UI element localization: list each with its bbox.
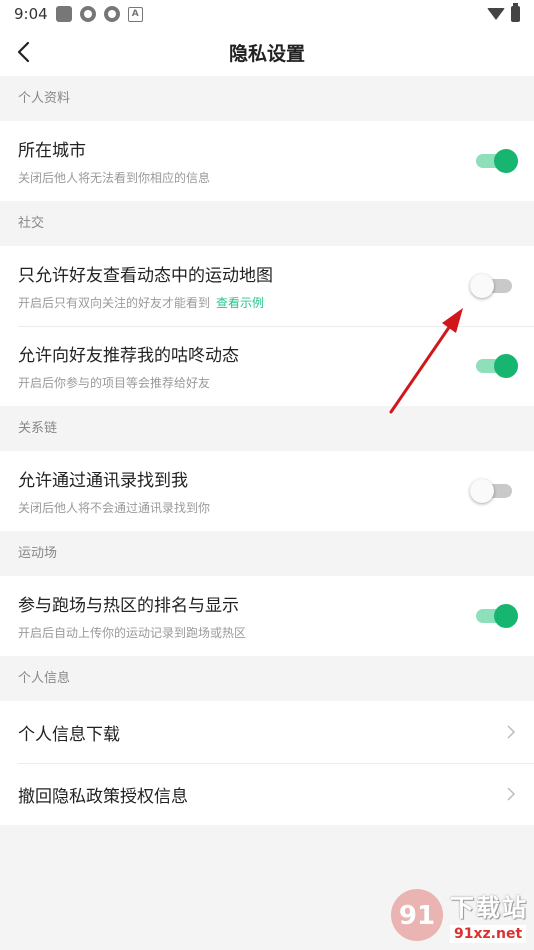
setting-subtitle-wrap: 开启后只有双向关注的好友才能看到 查看示例 bbox=[18, 294, 534, 311]
setting-row-city: 所在城市 关闭后他人将无法看到你相应的信息 bbox=[0, 121, 534, 201]
setting-subtitle: 开启后你参与的项目等会推荐给好友 bbox=[18, 376, 211, 390]
section-header-social: 社交 bbox=[0, 201, 534, 246]
status-left: 9:04 A bbox=[14, 5, 143, 23]
notification-aperture-icon bbox=[79, 6, 96, 22]
page-title: 隐私设置 bbox=[228, 42, 305, 65]
notification-aperture-icon-2 bbox=[103, 6, 120, 22]
svg-text:91: 91 bbox=[399, 901, 435, 931]
setting-row-recommend: 允许向好友推荐我的咕咚动态 开启后你参与的项目等会推荐给好友 bbox=[0, 326, 534, 406]
view-example-link[interactable]: 查看示例 bbox=[216, 296, 264, 310]
setting-title: 参与跑场与热区的排名与显示 bbox=[18, 596, 239, 616]
nav-bar: 隐私设置 bbox=[0, 28, 534, 76]
notification-app-icon bbox=[55, 6, 72, 22]
setting-row-ranking: 参与跑场与热区的排名与显示 开启后自动上传你的运动记录到跑场或热区 bbox=[0, 576, 534, 656]
setting-subtitle: 关闭后他人将不会通过通讯录找到你 bbox=[18, 501, 211, 515]
watermark-main: 下载站 bbox=[450, 893, 528, 922]
section-header-stadium: 运动场 bbox=[0, 531, 534, 576]
watermark-text: 下载站 91xz.net bbox=[450, 888, 528, 943]
setting-title: 所在城市 bbox=[18, 141, 86, 161]
setting-subtitle: 开启后自动上传你的运动记录到跑场或热区 bbox=[18, 626, 247, 640]
friends-only-map-toggle[interactable] bbox=[470, 274, 512, 298]
setting-row-contacts: 允许通过通讯录找到我 关闭后他人将不会通过通讯录找到你 bbox=[0, 451, 534, 531]
setting-title: 只允许好友查看动态中的运动地图 bbox=[18, 266, 273, 286]
setting-subtitle: 关闭后他人将无法看到你相应的信息 bbox=[18, 171, 211, 185]
revoke-privacy-consent-row[interactable]: 撤回隐私政策授权信息 bbox=[0, 763, 534, 825]
setting-title: 撤回隐私政策授权信息 bbox=[18, 786, 188, 807]
wifi-icon bbox=[487, 8, 505, 20]
setting-title: 允许向好友推荐我的咕咚动态 bbox=[18, 346, 239, 366]
find-via-contacts-toggle[interactable] bbox=[470, 479, 512, 503]
section-header-profile: 个人资料 bbox=[0, 76, 534, 121]
notification-a-icon: A bbox=[127, 6, 143, 22]
section-header-relations: 关系链 bbox=[0, 406, 534, 451]
battery-icon bbox=[511, 3, 520, 22]
setting-subtitle: 开启后只有双向关注的好友才能看到 bbox=[18, 296, 211, 310]
back-arrow-icon[interactable] bbox=[14, 40, 36, 64]
ranking-display-toggle[interactable] bbox=[476, 604, 518, 628]
section-header-personal-info: 个人信息 bbox=[0, 656, 534, 701]
setting-row-friends-map: 只允许好友查看动态中的运动地图 开启后只有双向关注的好友才能看到 查看示例 bbox=[0, 246, 534, 326]
status-bar: 9:04 A bbox=[0, 0, 534, 28]
watermark-site: 91xz.net bbox=[450, 924, 527, 943]
city-visibility-toggle[interactable] bbox=[476, 149, 518, 173]
watermark: 91 下载站 91xz.net bbox=[348, 880, 534, 950]
setting-title: 个人信息下载 bbox=[18, 724, 120, 745]
chevron-right-icon bbox=[507, 725, 516, 739]
recommend-to-friends-toggle[interactable] bbox=[476, 354, 518, 378]
personal-info-download-row[interactable]: 个人信息下载 bbox=[0, 701, 534, 763]
status-time: 9:04 bbox=[14, 5, 48, 23]
chevron-right-icon bbox=[507, 787, 516, 801]
status-right bbox=[487, 3, 520, 22]
watermark-logo-icon: 91 bbox=[391, 889, 443, 941]
setting-title: 允许通过通讯录找到我 bbox=[18, 471, 188, 491]
